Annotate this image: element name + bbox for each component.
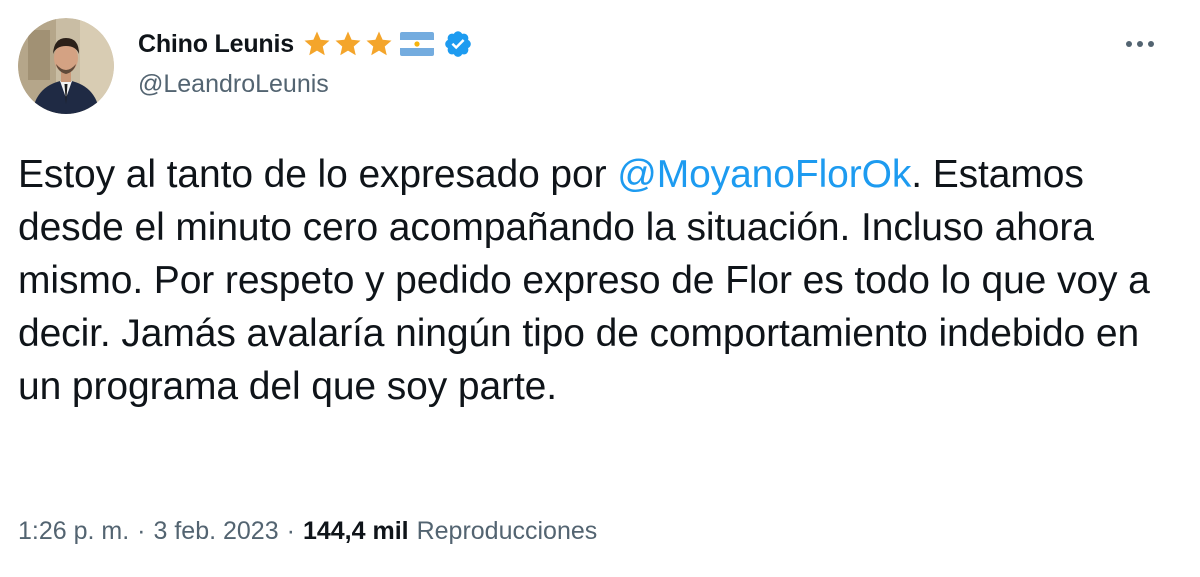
star-icon — [335, 31, 361, 56]
star-icon — [304, 31, 330, 56]
avatar[interactable] — [18, 18, 114, 114]
views-label: Reproducciones — [416, 517, 598, 545]
separator: · — [286, 517, 295, 545]
tweet-time[interactable]: 1:26 p. m. — [18, 517, 129, 546]
author-handle[interactable]: @LeandroLeunis — [138, 70, 329, 99]
mention-link[interactable]: @MoyanoFlorOk — [617, 153, 911, 196]
author-name-row: Chino Leunis — [138, 27, 473, 61]
tweet-text-part: Estoy al tanto de lo expresado por — [18, 153, 618, 196]
more-options-icon — [1126, 41, 1154, 47]
avatar-image — [18, 18, 114, 114]
more-options-button[interactable] — [1120, 24, 1160, 64]
tweet-date[interactable]: 3 feb. 2023 — [154, 517, 279, 546]
argentina-flag-icon — [399, 32, 434, 56]
stars-badge — [302, 29, 395, 59]
author-display-name[interactable]: Chino Leunis — [138, 30, 294, 59]
tweet-meta: 1:26 p. m. · 3 feb. 2023 · 144,4 mil Rep… — [18, 517, 597, 546]
views-count: 144,4 mil — [302, 517, 409, 545]
verified-badge-icon[interactable] — [443, 29, 473, 59]
tweet-card: Chino Leunis @LeandroLeunis Estoy al tan… — [0, 0, 1200, 577]
separator: · — [137, 517, 146, 545]
tweet-text: Estoy al tanto de lo expresado por @Moya… — [18, 148, 1158, 413]
star-icon — [366, 31, 392, 56]
